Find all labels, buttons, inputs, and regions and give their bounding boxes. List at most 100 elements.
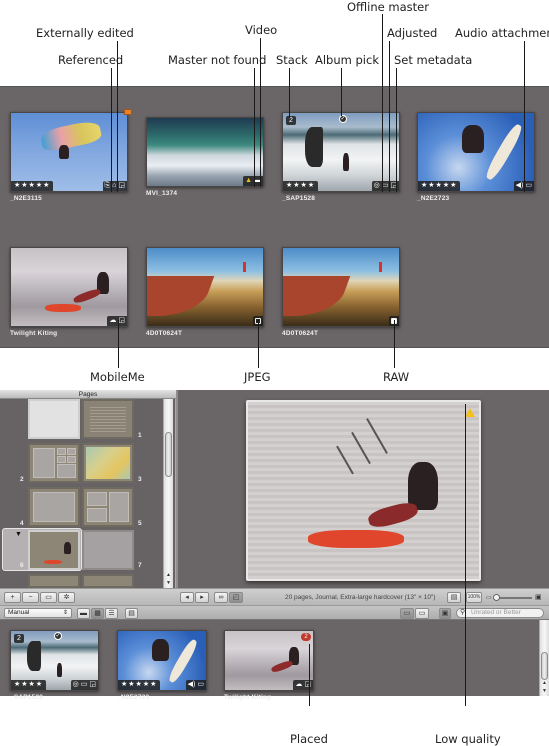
browser-toolbar: Manual ⇕ ▬ ▦ ☰ ▤ ▭ ▭ ▣ ⚲ Unrated or Bett… xyxy=(0,605,549,620)
scroll-up-icon[interactable]: ▲ xyxy=(166,572,171,578)
legs-graphic xyxy=(270,659,294,674)
board-graphic xyxy=(166,637,200,685)
page-layout-button[interactable]: ◰ xyxy=(229,592,243,603)
metadata-overlay-button[interactable]: ▤ xyxy=(125,608,138,619)
video-thumbnail[interactable]: ▲ ▬ xyxy=(146,117,264,187)
image-thumbnail[interactable] xyxy=(146,247,264,327)
rating-stars: ★★★★★ xyxy=(418,181,461,191)
callout-jpeg: JPEG xyxy=(244,370,271,384)
rating-stars: ★★★★ xyxy=(283,181,319,191)
status-badges: ◎ ▭ ◲ xyxy=(70,680,98,690)
stack-badge[interactable]: 2 xyxy=(286,116,296,125)
show-all-button[interactable]: ▭ xyxy=(400,608,414,619)
image-thumbnail[interactable]: ☁ ◲ xyxy=(10,247,128,327)
scroll-thumb[interactable] xyxy=(541,652,548,680)
page-type-button[interactable]: ▭ xyxy=(40,592,57,603)
page-thumbnail[interactable] xyxy=(28,487,80,527)
callout-video: Video xyxy=(245,23,278,37)
stack-badge[interactable]: 2 xyxy=(14,634,24,643)
adjusted-icon: ▭ xyxy=(80,681,88,688)
scroll-up-icon[interactable]: ▲ xyxy=(542,680,547,686)
image-thumbnail[interactable] xyxy=(282,247,400,327)
kite-graphic xyxy=(305,127,323,167)
image-thumbnail[interactable]: ★★★★★ ◀) ▭ xyxy=(417,112,535,192)
photo-box xyxy=(67,448,76,455)
adjusted-icon: ◲ xyxy=(118,317,125,324)
callout-album-pick: Album pick xyxy=(315,53,379,67)
rating-stars: ★★★★★ xyxy=(11,181,54,191)
filter-search-field[interactable]: ⚲ Unrated or Better xyxy=(456,608,544,618)
view-mode-button[interactable]: ∞ xyxy=(214,592,228,603)
book-page-preview[interactable] xyxy=(246,400,481,581)
mobileme-icon: ☁ xyxy=(295,681,303,688)
referenced-icon: ⎘ xyxy=(104,182,111,189)
page-thumbnail[interactable] xyxy=(82,574,134,588)
view-filmstrip-button[interactable]: ▬ xyxy=(77,608,90,619)
kite-graphic xyxy=(147,276,215,316)
sort-select-value: Manual xyxy=(8,609,30,616)
low-quality-warning-icon[interactable] xyxy=(465,408,475,417)
sort-select[interactable]: Manual ⇕ xyxy=(4,608,72,618)
pages-scrollbar[interactable]: ▲ ▼ xyxy=(163,399,173,588)
disclosure-triangle-icon[interactable]: ▼ xyxy=(15,531,22,538)
page-number: 7 xyxy=(138,562,142,569)
lock-button[interactable]: ▣ xyxy=(439,608,451,619)
rider-graphic xyxy=(343,153,349,171)
photo-box xyxy=(57,448,66,455)
page-number: 4 xyxy=(20,520,24,527)
image-thumbnail[interactable]: 2 ✓ ★★★★ ◎ ▭ ◲ xyxy=(10,630,99,691)
adjusted-icon: ◲ xyxy=(304,681,311,688)
page-thumbnail[interactable] xyxy=(28,574,80,588)
book-browser: 2 ✓ ★★★★ ◎ ▭ ◲ _SAP1528 ★★★★★ ◀) ▭ _N2E2… xyxy=(0,620,549,701)
page-thumbnail[interactable] xyxy=(82,530,134,570)
adjusted-icon: ◲ xyxy=(118,182,125,189)
zoom-slider-knob[interactable] xyxy=(493,594,500,601)
audio-attachment-icon: ◀) xyxy=(187,681,196,688)
callout-set-metadata: Set metadata xyxy=(394,53,473,67)
page-thumbnail[interactable] xyxy=(82,443,134,483)
image-thumbnail[interactable]: ★★★★★ ◀) ▭ xyxy=(117,630,207,691)
action-gear-button[interactable]: ✲ xyxy=(58,592,75,603)
view-list-button[interactable]: ☰ xyxy=(105,608,118,619)
status-badges: ☁ ◲ xyxy=(293,680,313,690)
browser-scrollbar[interactable]: ▲ ▼ xyxy=(539,620,549,696)
page-number: 2 xyxy=(20,476,24,483)
set-metadata-icon: ◲ xyxy=(89,681,96,688)
board-graphic xyxy=(44,560,62,564)
next-page-button[interactable]: ▸ xyxy=(195,592,209,603)
callout-offline-master: Offline master xyxy=(347,0,429,14)
previous-page-button[interactable]: ◂ xyxy=(180,592,194,603)
callout-adjusted: Adjusted xyxy=(387,26,438,40)
page-thumbnail[interactable] xyxy=(82,399,134,439)
image-name: Twilight Kiting xyxy=(10,330,58,337)
remove-page-button[interactable]: − xyxy=(22,592,39,603)
add-page-button[interactable]: + xyxy=(4,592,21,603)
page-thumbnail[interactable] xyxy=(28,530,80,570)
view-grid-button[interactable]: ▦ xyxy=(91,608,104,619)
callout-placed: Placed xyxy=(290,732,328,746)
rating-stars: ★★★★★ xyxy=(118,680,161,690)
kite-graphic xyxy=(27,641,41,671)
image-name: _SAP1528 xyxy=(282,195,316,202)
scroll-thumb[interactable] xyxy=(165,432,172,477)
zoom-100-button[interactable]: 100% xyxy=(466,592,482,603)
album-pick-icon: ✓ xyxy=(339,115,347,123)
page-thumbnail[interactable] xyxy=(82,487,134,527)
flag-icon[interactable] xyxy=(124,109,132,115)
board-graphic xyxy=(45,304,81,312)
status-badges: ⎘ ⌂ ◲ xyxy=(102,181,127,191)
scroll-down-icon[interactable]: ▼ xyxy=(166,580,171,586)
page-thumbnail[interactable] xyxy=(28,399,80,439)
buy-book-button[interactable]: ▤ xyxy=(447,592,461,603)
photo-box xyxy=(33,492,75,522)
callout-mobileme: MobileMe xyxy=(90,370,145,384)
offline-master-icon: ◎ xyxy=(373,182,380,189)
scroll-down-icon[interactable]: ▼ xyxy=(542,688,547,694)
photo-box xyxy=(57,464,76,478)
book-info: 20 pages, Journal, Extra-large hardcover… xyxy=(285,594,436,601)
page-thumbnail[interactable] xyxy=(28,443,80,483)
large-view-icon: ▣ xyxy=(535,594,542,601)
show-unplaced-button[interactable]: ▭ xyxy=(415,608,429,619)
image-thumbnail[interactable]: 2 ☁ ◲ xyxy=(224,630,314,691)
page-number: 6 xyxy=(20,562,24,569)
